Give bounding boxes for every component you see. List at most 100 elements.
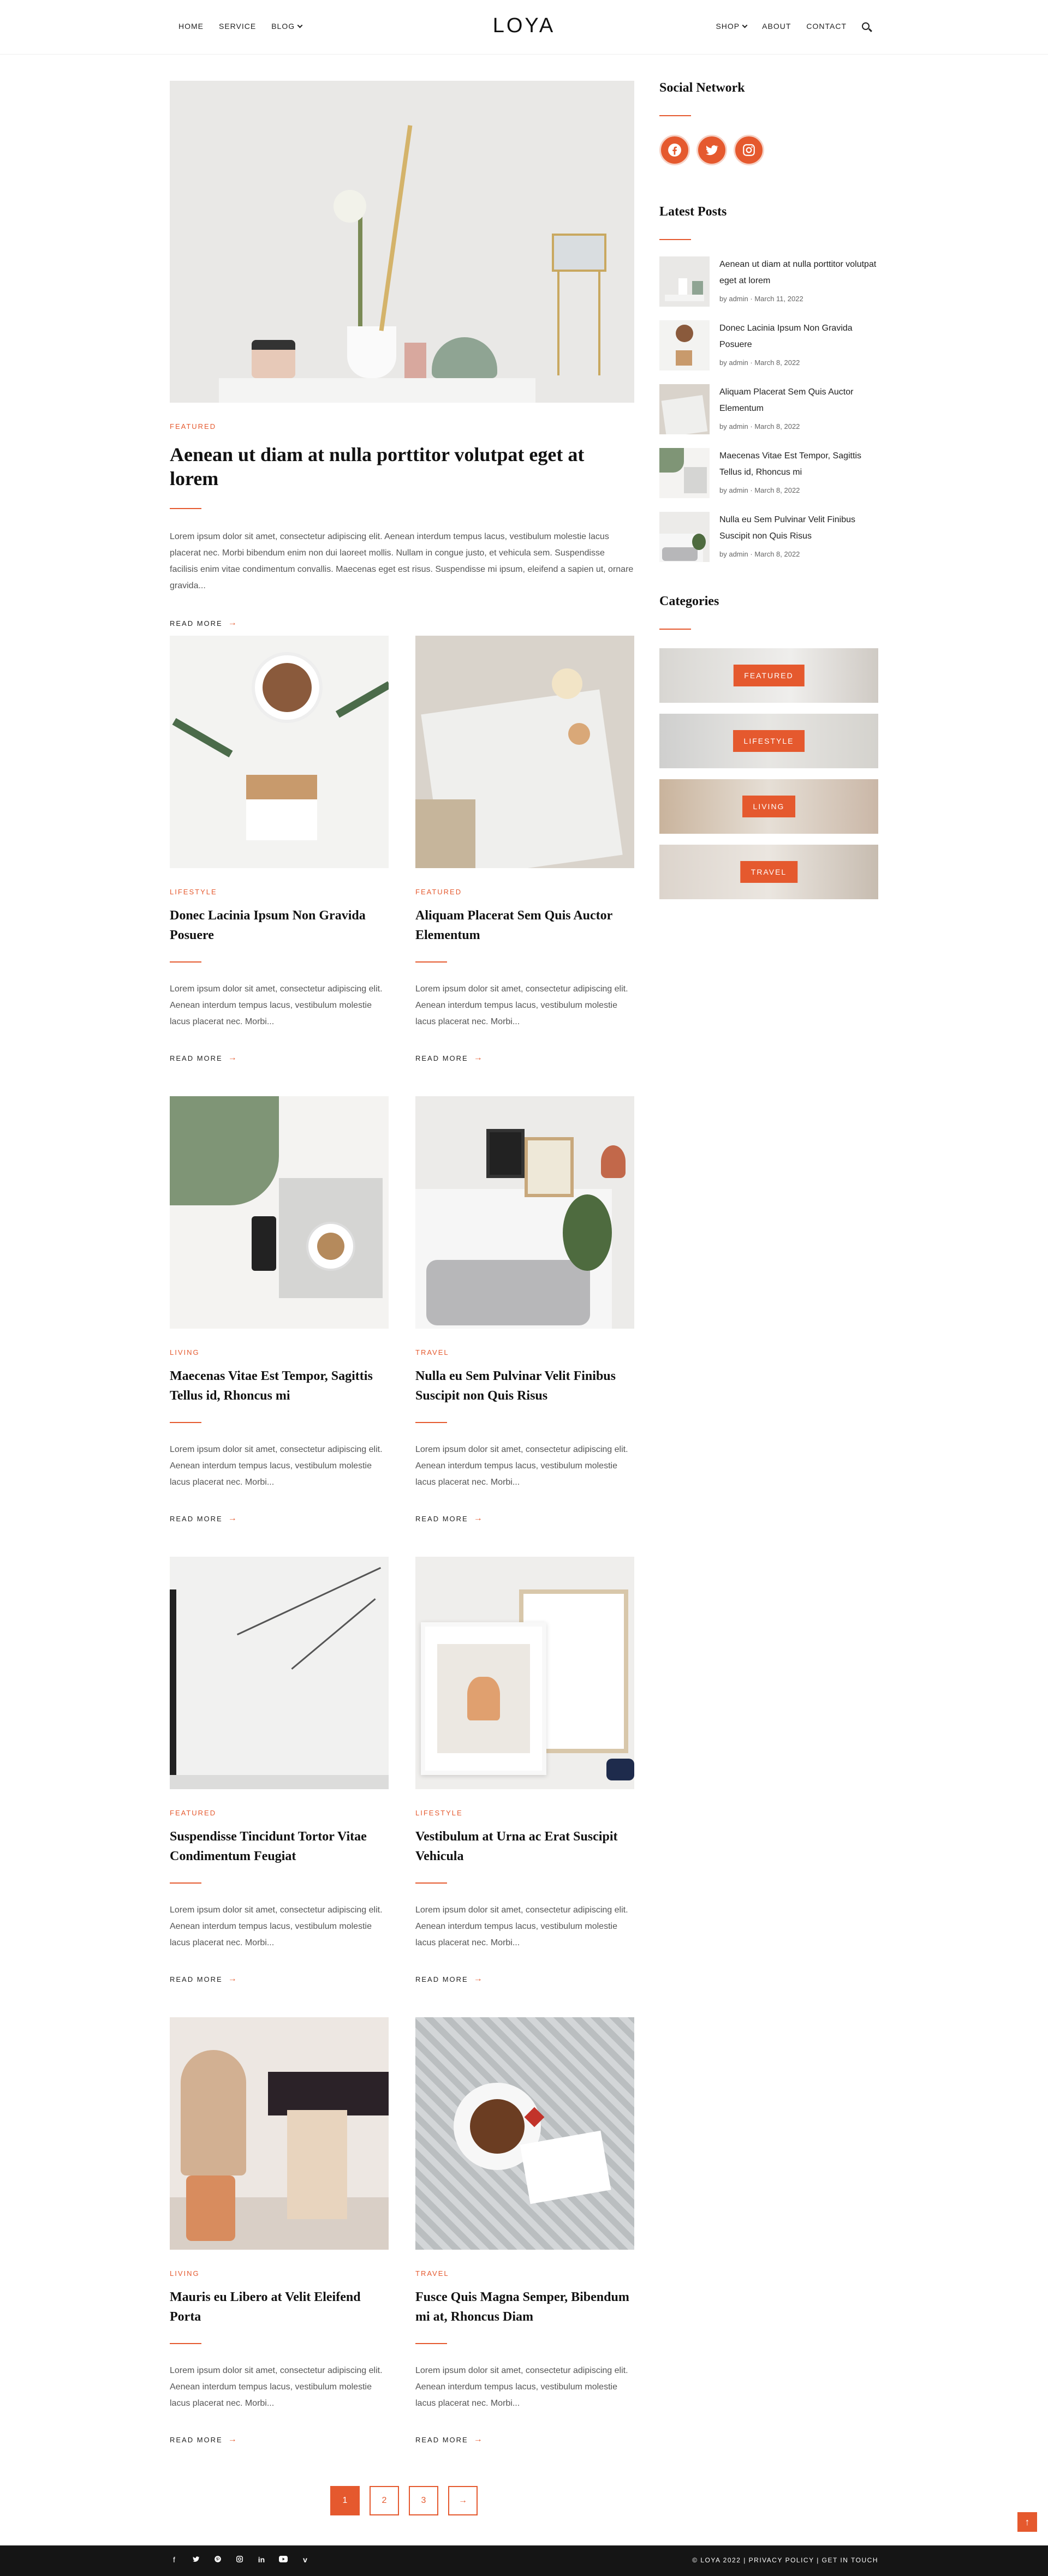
instagram-icon[interactable] [235, 2555, 244, 2565]
read-more-link[interactable]: READ MORE → [170, 1053, 389, 1063]
post-title[interactable]: Aenean ut diam at nulla porttitor volutp… [170, 443, 634, 491]
post-image[interactable] [170, 636, 389, 868]
thumb-plant [692, 534, 706, 550]
footer-copyright[interactable]: © LOYA 2022 | PRIVACY POLICY | GET IN TO… [692, 2556, 878, 2564]
fox-drawing [467, 1677, 500, 1720]
pagination: 1 2 3 → [330, 2486, 478, 2515]
twitter-icon[interactable] [192, 2555, 200, 2565]
title-divider [415, 1422, 447, 1423]
latest-post-item[interactable]: Aliquam Placerat Sem Quis Auctor Element… [659, 384, 878, 448]
nav-contact[interactable]: CONTACT [806, 22, 847, 31]
post-author[interactable]: by admin [719, 422, 748, 431]
latest-post-thumb[interactable] [659, 384, 710, 434]
post-image[interactable] [170, 2017, 389, 2250]
post-author[interactable]: by admin [719, 550, 748, 558]
widget-divider [659, 629, 691, 630]
pinterest-icon[interactable] [213, 2555, 222, 2565]
post-title[interactable]: Vestibulum at Urna ac Erat Suscipit Vehi… [415, 1827, 634, 1866]
read-more-label: READ MORE [415, 2435, 468, 2444]
title-divider [170, 1422, 201, 1423]
post-title[interactable]: Mauris eu Libero at Velit Eleifend Porta [170, 2287, 389, 2327]
latest-post-item[interactable]: Maecenas Vitae Est Tempor, Sagittis Tell… [659, 448, 878, 512]
read-more-link[interactable]: READ MORE → [170, 1514, 389, 1523]
post-title[interactable]: Fusce Quis Magna Semper, Bibendum mi at,… [415, 2287, 634, 2327]
search-icon[interactable] [862, 22, 870, 30]
latest-post-thumb[interactable] [659, 512, 710, 562]
footer-social-links: f in v [170, 2555, 309, 2565]
post-image[interactable] [415, 1096, 634, 1329]
post-author[interactable]: by admin [719, 295, 748, 303]
read-more-link[interactable]: READ MORE → [170, 2435, 389, 2444]
post-category[interactable]: LIVING [170, 2269, 389, 2278]
post-title[interactable]: Maecenas Vitae Est Tempor, Sagittis Tell… [170, 1366, 389, 1406]
chevron-down-icon [742, 22, 748, 28]
post-image[interactable] [415, 636, 634, 868]
category-travel[interactable]: TRAVEL [659, 845, 878, 899]
post-category[interactable]: FEATURED [415, 888, 634, 896]
back-to-top-button[interactable]: ↑ [1017, 2512, 1037, 2532]
latest-post-title[interactable]: Donec Lacinia Ipsum Non Gravida Posuere [719, 320, 878, 353]
youtube-icon[interactable] [279, 2555, 288, 2565]
title-divider [170, 961, 201, 963]
vimeo-icon[interactable]: v [301, 2555, 309, 2565]
post-excerpt: Lorem ipsum dolor sit amet, consectetur … [170, 1905, 383, 1947]
post-author[interactable]: by admin [719, 486, 748, 494]
linkedin-icon[interactable]: in [257, 2555, 266, 2565]
post-image[interactable] [415, 1557, 634, 1789]
latest-post-item[interactable]: Donec Lacinia Ipsum Non Gravida Posuere … [659, 320, 878, 384]
post-title[interactable]: Suspendisse Tincidunt Tortor Vitae Condi… [170, 1827, 389, 1866]
post-category[interactable]: FEATURED [170, 422, 634, 431]
post-image[interactable] [170, 1557, 389, 1789]
latest-post-title[interactable]: Aenean ut diam at nulla porttitor volutp… [719, 256, 878, 289]
latest-post-item[interactable]: Nulla eu Sem Pulvinar Velit Finibus Susc… [659, 512, 878, 576]
arrow-right-icon: → [473, 1974, 484, 1983]
latest-post-thumb[interactable] [659, 256, 710, 307]
facebook-icon[interactable] [659, 135, 690, 165]
read-more-link[interactable]: READ MORE → [170, 618, 634, 628]
title-divider [170, 2343, 201, 2344]
post-category[interactable]: LIFESTYLE [170, 888, 389, 896]
site-logo[interactable]: LOYA [0, 14, 1048, 38]
twitter-icon[interactable] [696, 135, 727, 165]
featured-post-image[interactable] [170, 81, 634, 403]
facebook-icon[interactable]: f [170, 2555, 178, 2565]
category-living[interactable]: LIVING [659, 779, 878, 834]
arrow-right-icon: → [458, 2496, 467, 2505]
latest-post-title[interactable]: Maecenas Vitae Est Tempor, Sagittis Tell… [719, 448, 878, 481]
latest-post-item[interactable]: Aenean ut diam at nulla porttitor volutp… [659, 256, 878, 320]
nav-about[interactable]: ABOUT [762, 22, 791, 31]
latest-post-title[interactable]: Nulla eu Sem Pulvinar Velit Finibus Susc… [719, 512, 878, 545]
post-category[interactable]: FEATURED [170, 1809, 389, 1817]
post-category[interactable]: TRAVEL [415, 2269, 634, 2278]
candle [404, 343, 426, 378]
nav-shop[interactable]: SHOP [716, 22, 748, 31]
latest-post-thumb[interactable] [659, 448, 710, 498]
latest-post-thumb[interactable] [659, 320, 710, 370]
read-more-link[interactable]: READ MORE → [415, 2435, 634, 2444]
post-title[interactable]: Donec Lacinia Ipsum Non Gravida Posuere [170, 906, 389, 945]
post-category[interactable]: LIVING [170, 1348, 389, 1356]
post-title[interactable]: Nulla eu Sem Pulvinar Velit Finibus Susc… [415, 1366, 634, 1406]
read-more-link[interactable]: READ MORE → [415, 1514, 634, 1523]
post-image[interactable] [415, 2017, 634, 2250]
twig [236, 1567, 382, 1636]
next-page-button[interactable]: → [448, 2486, 478, 2515]
thumb-notebook [661, 395, 708, 434]
instagram-icon[interactable] [734, 135, 764, 165]
latest-post-title[interactable]: Aliquam Placerat Sem Quis Auctor Element… [719, 384, 878, 417]
arrow-right-icon: → [228, 1974, 238, 1983]
category-lifestyle[interactable]: LIFESTYLE [659, 714, 878, 768]
read-more-link[interactable]: READ MORE → [415, 1053, 634, 1063]
post-author[interactable]: by admin [719, 358, 748, 367]
post-image[interactable] [170, 1096, 389, 1329]
page-2-button[interactable]: 2 [370, 2486, 399, 2515]
post-category[interactable]: TRAVEL [415, 1348, 634, 1356]
leaf [335, 681, 389, 718]
post-title[interactable]: Aliquam Placerat Sem Quis Auctor Element… [415, 906, 634, 945]
read-more-link[interactable]: READ MORE → [170, 1974, 389, 1984]
post-category[interactable]: LIFESTYLE [415, 1809, 634, 1817]
page-1-button[interactable]: 1 [330, 2486, 360, 2515]
read-more-link[interactable]: READ MORE → [415, 1974, 634, 1984]
category-featured[interactable]: FEATURED [659, 648, 878, 703]
page-3-button[interactable]: 3 [409, 2486, 438, 2515]
